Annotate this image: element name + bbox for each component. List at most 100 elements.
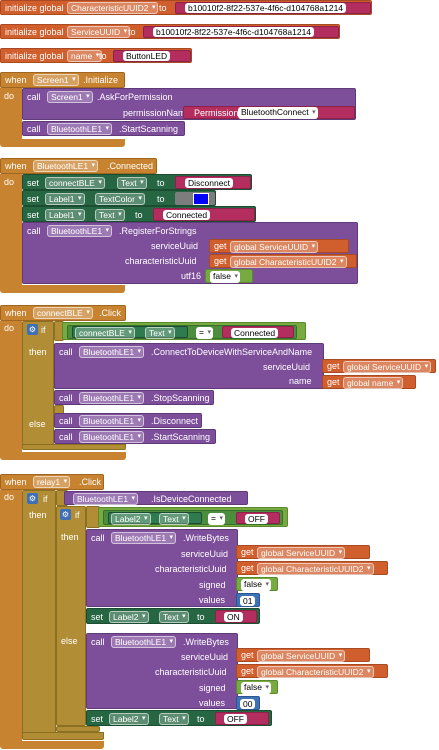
component-dropdown[interactable]: BluetoothLE1 [73,493,139,505]
register-for-strings-block[interactable]: call BluetoothLE1 .RegisterForStrings se… [22,222,358,284]
text-value[interactable]: ButtonLED [123,51,171,61]
property-dropdown[interactable]: Text [159,713,189,725]
boolean-block[interactable]: false [236,577,278,591]
write-bytes-block[interactable]: call BluetoothLE1 .WriteBytes serviceUui… [86,529,238,607]
component-dropdown[interactable]: BluetoothLE1 [111,636,177,648]
number-value[interactable]: 01 [240,596,256,606]
boolean-dropdown[interactable]: false [210,271,240,283]
getter-label2-text[interactable]: Label2 Text [108,512,202,525]
stop-scanning-block[interactable]: call BluetoothLE1 .StopScanning [54,390,214,405]
property-dropdown[interactable]: Text [159,513,189,525]
component-dropdown[interactable]: relay1 [33,476,71,488]
component-dropdown[interactable]: BluetoothLE1 [79,392,145,404]
component-dropdown[interactable]: Label1 [45,209,85,221]
variable-dropdown[interactable]: global ServiceUUID [257,650,346,662]
text-block[interactable]: OFF [236,512,280,524]
text-value[interactable]: Connected [231,328,279,338]
init-global-service-block[interactable]: initialize global ServiceUUID to b10010f… [0,24,340,39]
boolean-block[interactable]: false [205,269,253,283]
get-global-block[interactable]: get global ServiceUUID [236,545,370,559]
property-dropdown[interactable]: Text [145,327,175,339]
component-dropdown[interactable]: Label1 [45,193,85,205]
text-block[interactable]: ON [215,610,257,623]
variable-dropdown[interactable]: global ServiceUUID [230,241,319,253]
component-dropdown[interactable]: Label2 [111,513,151,525]
screen1-initialize-event[interactable]: when Screen1 .Initialize [0,72,125,88]
property-dropdown[interactable]: Text [117,177,147,189]
number-value[interactable]: 00 [240,699,256,709]
component-dropdown[interactable]: BluetoothLE1 [47,225,113,237]
gear-icon[interactable]: ⚙ [60,509,71,520]
component-dropdown[interactable]: connectBLE [75,327,135,339]
component-dropdown[interactable]: BluetoothLE1 [79,346,145,358]
component-dropdown[interactable]: connectBLE [33,307,93,319]
init-global-characteristic-block[interactable]: initialize global CharacteristicUUID2 to… [0,0,372,15]
getter-connectble-text[interactable]: connectBLE Text [72,326,188,339]
operator-dropdown[interactable]: = [196,327,213,339]
write-bytes-block[interactable]: call BluetoothLE1 .WriteBytes serviceUui… [86,633,238,709]
text-block[interactable]: Connected [153,208,255,221]
start-scanning-block[interactable]: call BluetoothLE1 .StartScanning [22,121,185,136]
variable-dropdown[interactable]: global ServiceUUID [343,361,432,373]
text-block[interactable]: Connected [222,326,294,338]
component-dropdown[interactable]: BluetoothLE1 [47,123,113,135]
global-name-field[interactable]: name [67,50,103,62]
component-dropdown[interactable]: Label2 [109,713,149,725]
variable-dropdown[interactable]: global name [343,377,404,389]
if-else-block[interactable]: ⚙ if then else [22,321,54,445]
text-value[interactable]: b10010f2-8f22-537e-4f6c-d104768a1214 [185,3,347,13]
component-dropdown[interactable]: BluetoothLE1 [33,160,99,172]
get-global-block[interactable]: get global name [322,375,416,389]
text-value[interactable]: Disconnect [185,178,234,188]
disconnect-block[interactable]: call BluetoothLE1 .Disconnect [54,413,202,428]
property-dropdown[interactable]: Text [159,611,189,623]
get-global-block[interactable]: get global CharacteristicUUID2 [236,561,388,575]
text-value[interactable]: ON [224,612,243,622]
component-dropdown[interactable]: Label2 [109,611,149,623]
component-dropdown[interactable]: Screen1 [33,74,79,86]
set-connectble-text-block[interactable]: set connectBLE Text to Disconnect [22,174,252,190]
permission-dropdown[interactable]: BluetoothConnect [238,107,318,119]
get-global-block[interactable]: get global ServiceUUID [322,359,436,373]
gear-icon[interactable]: ⚙ [27,493,38,504]
text-block[interactable]: b10010f2-8f22-537e-4f6c-d104768a1214 [175,2,371,14]
connectble-click-event[interactable]: when connectBLE .Click [0,305,126,321]
text-block[interactable]: b10010f2-8f22-537e-4f6c-d104768a1214 [143,26,339,38]
outer-if-block[interactable]: ⚙ if then [22,490,56,734]
component-dropdown[interactable]: BluetoothLE1 [79,431,145,443]
init-global-name-block[interactable]: initialize global name to ButtonLED [0,48,192,63]
get-global-block[interactable]: get global ServiceUUID [236,648,370,662]
boolean-dropdown[interactable]: false [241,682,271,694]
variable-dropdown[interactable]: global ServiceUUID [257,547,346,559]
text-value[interactable]: Connected [163,210,211,220]
number-block[interactable]: 01 [236,593,260,607]
inner-if-else-block[interactable]: ⚙ if then else [56,506,86,726]
text-block[interactable]: OFF [215,712,269,725]
component-dropdown[interactable]: BluetoothLE1 [79,415,145,427]
compare-block[interactable]: Label2 Text = OFF [98,507,288,527]
set-label1-text-block[interactable]: set Label1 Text to Connected [22,206,256,222]
global-name-field[interactable]: CharacteristicUUID2 [67,2,159,14]
get-global-block[interactable]: get global ServiceUUID [209,239,349,253]
start-scanning-block[interactable]: call BluetoothLE1 .StartScanning [54,429,216,444]
component-dropdown[interactable]: connectBLE [45,177,105,189]
compare-block[interactable]: connectBLE Text = Connected [62,322,306,340]
variable-dropdown[interactable]: global CharacteristicUUID2 [257,563,374,575]
variable-dropdown[interactable]: global CharacteristicUUID2 [230,256,347,268]
set-label2-text-block[interactable]: set Label2 Text to ON [86,608,260,624]
boolean-block[interactable]: false [236,680,278,694]
ble-connected-event[interactable]: when BluetoothLE1 .Connected [0,158,157,174]
get-global-block[interactable]: get global CharacteristicUUID2 [236,664,388,678]
number-block[interactable]: 00 [236,696,260,710]
variable-dropdown[interactable]: global CharacteristicUUID2 [257,666,374,678]
color-block[interactable] [175,192,215,205]
property-dropdown[interactable]: Text [95,209,125,221]
text-block[interactable]: Disconnect [175,176,251,189]
permission-block[interactable]: Permission BluetoothConnect [183,106,355,119]
text-value[interactable]: OFF [224,714,247,724]
text-value[interactable]: b10010f2-8f22-537e-4f6c-d104768a1214 [153,27,315,37]
blue-color-swatch[interactable] [193,193,209,205]
set-label2-text-block[interactable]: set Label2 Text to OFF [86,710,272,726]
relay1-click-event[interactable]: when relay1 .Click [0,474,104,490]
boolean-dropdown[interactable]: false [241,579,271,591]
